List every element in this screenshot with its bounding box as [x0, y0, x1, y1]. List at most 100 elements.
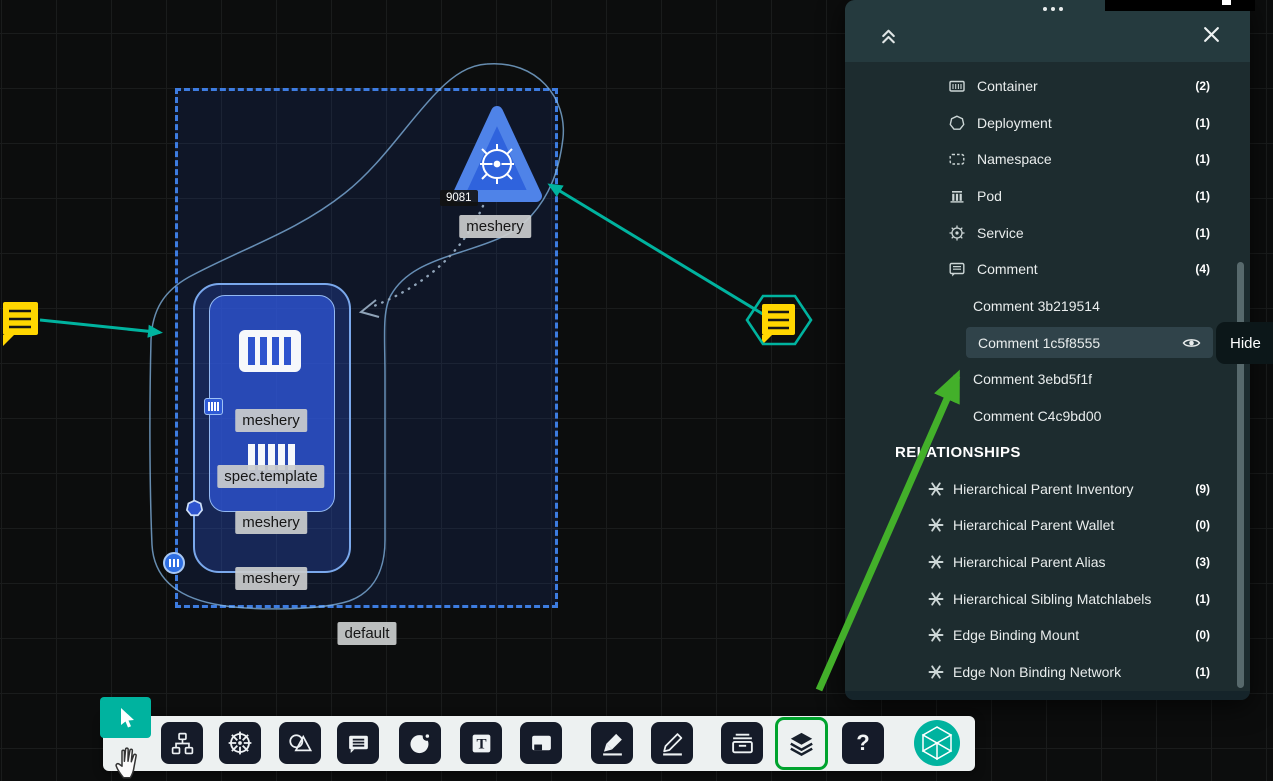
panel-row-container[interactable]: Container (2)	[845, 68, 1250, 105]
sticker-tool[interactable]	[399, 722, 441, 764]
container-icon	[948, 77, 966, 95]
shapes-tool[interactable]	[279, 722, 321, 764]
relationship-count: (3)	[1195, 555, 1210, 569]
comment-tool-icon	[346, 731, 371, 756]
components-panel: Container (2) Deployment (1) Namespace (…	[845, 0, 1250, 700]
comment-item-label: Comment C4c9bd00	[973, 408, 1101, 424]
drawer-tool[interactable]	[721, 722, 763, 764]
comment-item-row[interactable]: Comment 3ebd5f1f	[845, 361, 1250, 398]
namespace-label: default	[337, 622, 396, 645]
drawer-icon	[730, 731, 755, 756]
relationship-count: (0)	[1195, 518, 1210, 532]
component-count: (4)	[1195, 262, 1210, 276]
component-count: (1)	[1195, 189, 1210, 203]
comment-item-label: Comment 3ebd5f1f	[973, 371, 1092, 387]
relationship-icon	[928, 627, 944, 643]
cursor-arrow-icon	[115, 706, 137, 730]
component-label: Pod	[977, 188, 1002, 204]
kubernetes-node-label: meshery	[459, 215, 531, 238]
component-label: Service	[977, 225, 1024, 241]
relationship-icon	[928, 591, 944, 607]
relationship-label: Hierarchical Sibling Matchlabels	[953, 591, 1151, 607]
comment-node-left[interactable]	[3, 302, 38, 346]
meshery-design-app: 9081 meshery meshery spec.template meshe…	[0, 0, 1273, 781]
panel-row-namespace[interactable]: Namespace (1)	[845, 141, 1250, 178]
kubernetes-node[interactable]	[458, 112, 536, 196]
text-tool[interactable]: T	[460, 722, 502, 764]
relationship-count: (9)	[1195, 482, 1210, 496]
comment-item-row[interactable]: Comment 1c5f8555	[845, 324, 1250, 361]
layers-tool[interactable]	[775, 717, 828, 770]
marker-icon	[600, 731, 625, 756]
relationship-label: Hierarchical Parent Wallet	[953, 517, 1114, 533]
component-label: Container	[977, 78, 1038, 94]
layers-icon	[788, 730, 815, 757]
panel-clipped-row	[845, 691, 1250, 700]
rectangle-icon	[529, 731, 554, 756]
relationship-row[interactable]: Hierarchical Parent Wallet (0)	[845, 507, 1250, 544]
relationship-label: Edge Non Binding Network	[953, 664, 1121, 680]
pencil-tool[interactable]	[651, 722, 693, 764]
component-label: Comment	[977, 261, 1038, 277]
close-panel-button[interactable]	[1203, 26, 1220, 48]
relationship-count: (0)	[1195, 628, 1210, 642]
service-label: meshery	[235, 567, 307, 590]
help-icon: ?	[856, 730, 869, 756]
relationship-icon	[928, 664, 944, 680]
schema-tool[interactable]	[161, 722, 203, 764]
rectangle-tool[interactable]	[520, 722, 562, 764]
relationship-icon	[928, 517, 944, 533]
help-button[interactable]: ?	[842, 722, 884, 764]
relationship-row[interactable]: Edge Binding Mount (0)	[845, 617, 1250, 654]
relationship-row[interactable]: Edge Non Binding Network (1)	[845, 654, 1250, 691]
comment-tool[interactable]	[337, 722, 379, 764]
panel-row-comment[interactable]: Comment (4)	[845, 251, 1250, 288]
relationship-label: Hierarchical Parent Alias	[953, 554, 1106, 570]
relationship-count: (1)	[1195, 592, 1210, 606]
relationship-icon	[928, 481, 944, 497]
eye-icon[interactable]	[1182, 336, 1201, 350]
panel-drag-handle-icon[interactable]	[1043, 7, 1063, 11]
sticker-icon	[407, 730, 433, 756]
meshery-logo-icon	[914, 720, 960, 766]
text-tool-icon: T	[469, 731, 494, 756]
comment-item-label: Comment 1c5f8555	[978, 335, 1100, 351]
relationship-row[interactable]: Hierarchical Sibling Matchlabels (1)	[845, 580, 1250, 617]
relationships-section-header: RELATIONSHIPS	[845, 434, 1250, 471]
meshery-logo[interactable]	[914, 720, 960, 766]
hide-tooltip-label: Hide	[1230, 335, 1261, 352]
pod-icon	[948, 187, 966, 205]
component-count: (1)	[1195, 226, 1210, 240]
comment-row-highlight[interactable]: Comment 1c5f8555	[966, 327, 1213, 358]
close-icon	[1203, 26, 1220, 43]
relationship-label: Hierarchical Parent Inventory	[953, 481, 1134, 497]
comment-edge-left[interactable]	[40, 320, 160, 333]
container-label: meshery	[235, 511, 307, 534]
deployment-label: meshery	[235, 409, 307, 432]
relationship-count: (1)	[1195, 665, 1210, 679]
schema-icon	[170, 731, 195, 756]
screen-artifact-strip	[1105, 0, 1255, 11]
comment-item-row[interactable]: Comment 3b219514	[845, 288, 1250, 325]
marker-tool[interactable]	[591, 722, 633, 764]
comment-item-row[interactable]: Comment C4c9bd00	[845, 397, 1250, 434]
component-label: Namespace	[977, 151, 1052, 167]
component-count: (1)	[1195, 116, 1210, 130]
collapse-panel-button[interactable]	[878, 26, 899, 52]
panel-row-pod[interactable]: Pod (1)	[845, 178, 1250, 215]
pod-template-label: spec.template	[217, 465, 324, 488]
panel-row-deployment[interactable]: Deployment (1)	[845, 105, 1250, 142]
comment-edge-right[interactable]	[550, 185, 766, 316]
panel-row-service[interactable]: Service (1)	[845, 214, 1250, 251]
screen-artifact-notch	[1222, 0, 1231, 5]
relationship-row[interactable]: Hierarchical Parent Inventory (9)	[845, 471, 1250, 508]
namespace-icon	[948, 150, 966, 168]
relationship-label: Edge Binding Mount	[953, 627, 1079, 643]
select-tool[interactable]	[100, 697, 151, 738]
pencil-icon	[660, 731, 685, 756]
port-badge: 9081	[440, 190, 478, 206]
relationship-row[interactable]: Hierarchical Parent Alias (3)	[845, 544, 1250, 581]
comment-node-right[interactable]	[747, 296, 811, 345]
kubernetes-tool[interactable]	[219, 722, 261, 764]
relationship-icon	[928, 554, 944, 570]
